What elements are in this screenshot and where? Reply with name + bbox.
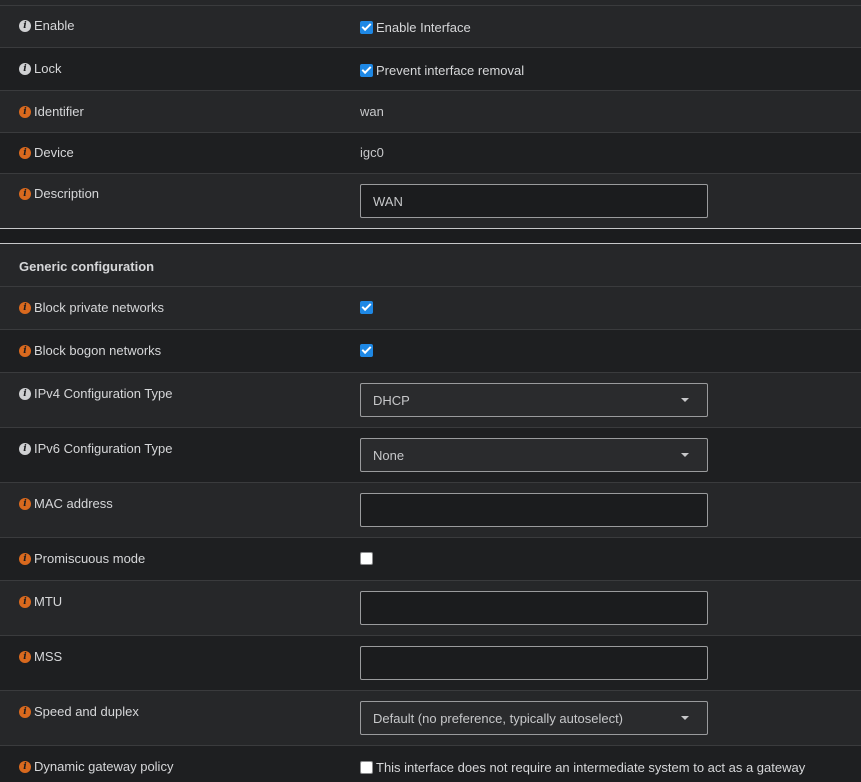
ipv6-type-select[interactable]: None xyxy=(360,438,708,472)
identifier-label: i Identifier xyxy=(19,104,84,119)
prevent-removal-checkbox[interactable] xyxy=(360,64,373,77)
ipv4-type-selected: DHCP xyxy=(373,392,410,408)
info-circle-icon[interactable]: i xyxy=(19,595,31,608)
ipv4-type-label: i IPv4 Configuration Type xyxy=(19,386,173,401)
row-description: i Description xyxy=(0,174,861,228)
row-dynamic-gateway: i Dynamic gateway policy This interface … xyxy=(0,746,861,782)
mac-address-input[interactable] xyxy=(360,493,708,527)
promiscuous-label: i Promiscuous mode xyxy=(19,551,145,566)
block-private-checkbox-wrap xyxy=(360,301,373,314)
info-circle-icon[interactable]: i xyxy=(19,105,31,118)
enable-interface-checkbox[interactable] xyxy=(360,21,373,34)
info-circle-icon[interactable]: i xyxy=(19,705,31,718)
device-label: i Device xyxy=(19,145,74,160)
row-ipv6-type: i IPv6 Configuration Type None xyxy=(0,428,861,483)
caret-down-icon xyxy=(681,398,689,402)
info-circle-icon[interactable]: i xyxy=(19,19,31,32)
description-label: i Description xyxy=(19,186,99,201)
row-block-private: i Block private networks xyxy=(0,287,861,330)
caret-down-icon xyxy=(681,716,689,720)
device-value: igc0 xyxy=(360,145,384,160)
promiscuous-checkbox-wrap xyxy=(360,552,373,565)
row-ipv4-type: i IPv4 Configuration Type DHCP xyxy=(0,373,861,428)
info-circle-icon[interactable]: i xyxy=(19,497,31,510)
caret-down-icon xyxy=(681,453,689,457)
row-mss: i MSS xyxy=(0,636,861,691)
ipv4-type-select[interactable]: DHCP xyxy=(360,383,708,417)
info-circle-icon[interactable]: i xyxy=(19,650,31,663)
info-circle-icon[interactable]: i xyxy=(19,344,31,357)
block-bogon-checkbox-wrap xyxy=(360,344,373,357)
row-speed-duplex: i Speed and duplex Default (no preferenc… xyxy=(0,691,861,746)
mac-address-label: i MAC address xyxy=(19,496,113,511)
info-circle-icon[interactable]: i xyxy=(19,62,31,75)
row-mac-address: i MAC address xyxy=(0,483,861,538)
info-circle-icon[interactable]: i xyxy=(19,387,31,400)
speed-duplex-label: i Speed and duplex xyxy=(19,704,139,719)
mss-input[interactable] xyxy=(360,646,708,680)
row-device: i Device igc0 xyxy=(0,133,861,174)
speed-duplex-selected: Default (no preference, typically autose… xyxy=(373,710,624,726)
block-bogon-checkbox[interactable] xyxy=(360,344,373,357)
dynamic-gateway-checkbox[interactable] xyxy=(360,761,373,774)
identifier-value: wan xyxy=(360,104,384,119)
prevent-removal-checkbox-wrap: Prevent interface removal xyxy=(360,63,524,78)
info-circle-icon[interactable]: i xyxy=(19,146,31,159)
row-enable: i Enable Enable Interface xyxy=(0,6,861,48)
dynamic-gateway-checkbox-wrap: This interface does not require an inter… xyxy=(360,760,805,775)
enable-interface-checkbox-wrap: Enable Interface xyxy=(360,20,471,35)
prevent-removal-checkbox-label: Prevent interface removal xyxy=(376,63,525,78)
info-circle-icon[interactable]: i xyxy=(19,552,31,565)
description-input[interactable] xyxy=(360,184,708,218)
dynamic-gateway-label: i Dynamic gateway policy xyxy=(19,759,173,774)
row-block-bogon: i Block bogon networks xyxy=(0,330,861,373)
speed-duplex-select[interactable]: Default (no preference, typically autose… xyxy=(360,701,708,735)
mtu-label: i MTU xyxy=(19,594,62,609)
promiscuous-checkbox[interactable] xyxy=(360,552,373,565)
info-circle-icon[interactable]: i xyxy=(19,442,31,455)
mtu-input[interactable] xyxy=(360,591,708,625)
dynamic-gateway-checkbox-label: This interface does not require an inter… xyxy=(376,760,806,775)
enable-label: i Enable xyxy=(19,18,74,33)
mss-label: i MSS xyxy=(19,649,62,664)
info-circle-icon[interactable]: i xyxy=(19,760,31,773)
row-mtu: i MTU xyxy=(0,581,861,636)
block-private-checkbox[interactable] xyxy=(360,301,373,314)
lock-label: i Lock xyxy=(19,61,61,76)
info-circle-icon[interactable]: i xyxy=(19,187,31,200)
ipv6-type-selected: None xyxy=(373,447,405,463)
block-bogon-label: i Block bogon networks xyxy=(19,343,161,358)
ipv6-type-label: i IPv6 Configuration Type xyxy=(19,441,173,456)
section-divider xyxy=(0,228,861,244)
info-circle-icon[interactable]: i xyxy=(19,301,31,314)
block-private-label: i Block private networks xyxy=(19,300,164,315)
row-lock: i Lock Prevent interface removal xyxy=(0,48,861,91)
enable-interface-checkbox-label: Enable Interface xyxy=(376,20,471,35)
row-promiscuous: i Promiscuous mode xyxy=(0,538,861,581)
section-title: Generic configuration xyxy=(19,259,155,274)
row-identifier: i Identifier wan xyxy=(0,91,861,133)
